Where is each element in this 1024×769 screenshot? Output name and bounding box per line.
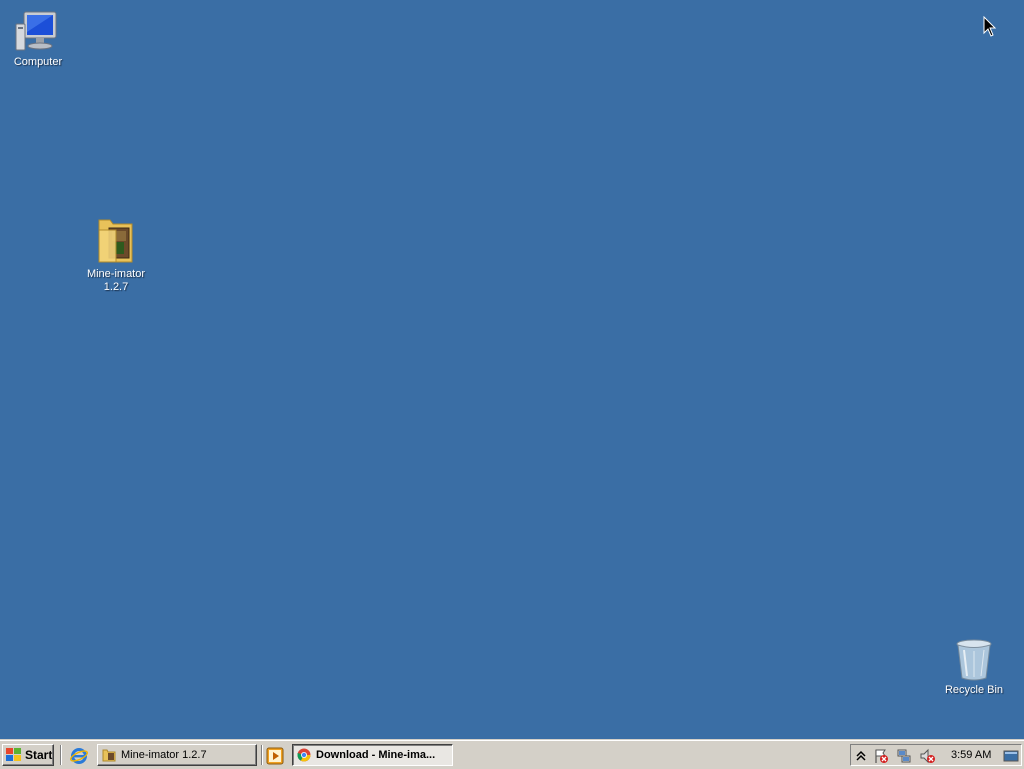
chrome-icon [297, 748, 311, 762]
folder-icon [102, 749, 116, 762]
show-desktop-icon[interactable] [1003, 748, 1019, 764]
taskbar-separator [60, 745, 62, 765]
computer-icon [15, 11, 57, 51]
mouse-cursor-icon [983, 16, 997, 37]
start-button[interactable]: Start [2, 744, 54, 766]
desktop-icon-label-line1: Mine-imator [86, 268, 146, 280]
desktop-icon-recycle-bin[interactable]: Recycle Bin [936, 638, 1012, 697]
internet-explorer-icon[interactable] [70, 747, 88, 765]
desktop-icon-label: Computer [13, 56, 63, 68]
desktop: Computer Mine-imator 1.2.7 Recycle Bin [0, 0, 1024, 740]
media-player-icon[interactable] [266, 747, 284, 765]
system-tray: 3:59 AM [850, 744, 1022, 766]
start-label: Start [25, 748, 53, 762]
volume-muted-icon[interactable] [919, 748, 935, 764]
desktop-icon-mine-imator-folder[interactable]: Mine-imator 1.2.7 [78, 216, 154, 294]
desktop-icon-label-line2: 1.2.7 [103, 281, 129, 293]
recycle-bin-icon [956, 639, 992, 681]
folder-icon [98, 219, 133, 263]
taskbar-separator [261, 745, 263, 765]
show-hidden-icons-chevron[interactable] [853, 748, 869, 764]
desktop-icon-computer[interactable]: Computer [0, 10, 76, 69]
taskbar: Start Mine-imator 1.2.7 Download - Mine-… [0, 740, 1024, 769]
taskbar-task-mine-imator-folder[interactable]: Mine-imator 1.2.7 [97, 744, 257, 766]
desktop-icon-label: Recycle Bin [944, 684, 1004, 696]
task-label: Download - Mine-ima... [316, 749, 436, 761]
action-center-flag-icon[interactable] [873, 748, 889, 764]
taskbar-task-chrome-download[interactable]: Download - Mine-ima... [292, 744, 453, 766]
network-icon[interactable] [896, 748, 912, 764]
task-label: Mine-imator 1.2.7 [121, 749, 207, 761]
windows-logo-icon [6, 748, 21, 761]
clock[interactable]: 3:59 AM [951, 749, 991, 761]
